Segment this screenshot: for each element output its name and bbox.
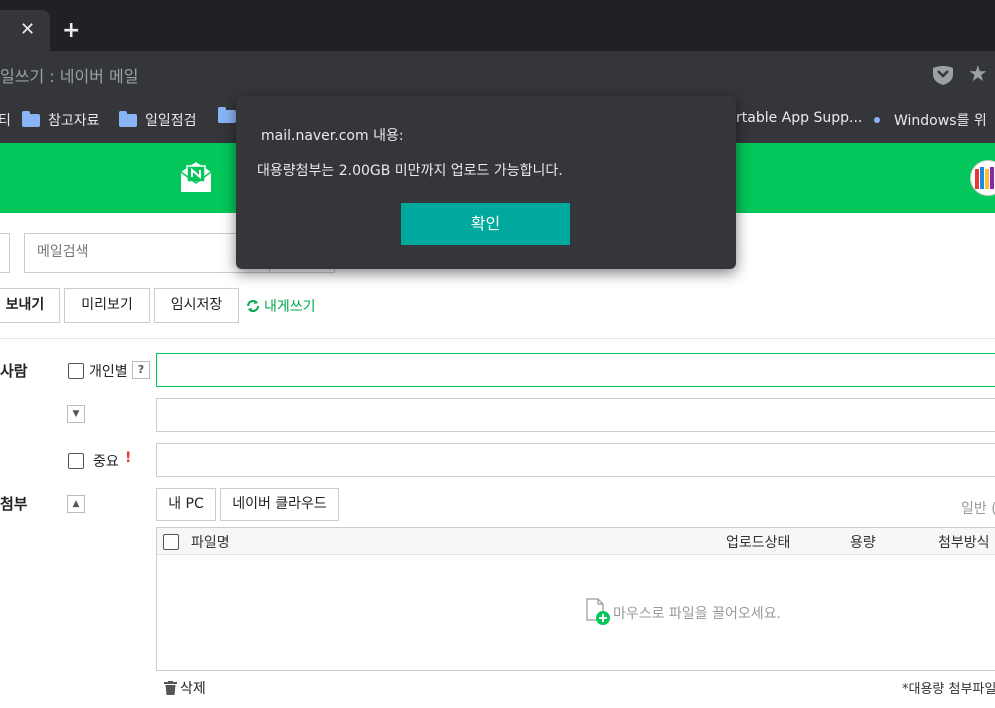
chevron-up-icon[interactable]: ▲ (67, 495, 85, 513)
important-label: 중요 (93, 454, 119, 470)
trash-icon (164, 681, 177, 695)
tab-strip (0, 0, 995, 51)
mail-envelope-icon[interactable] (179, 160, 213, 198)
folder-icon (22, 110, 40, 127)
toolbar-divider (0, 338, 995, 339)
dialog-message: 대용량첨부는 2.00GB 미만까지 업로드 가능합니다. (257, 163, 563, 179)
preview-button[interactable]: 미리보기 (64, 288, 150, 323)
column-upload-status: 업로드상태 (726, 535, 791, 551)
chevron-down-icon[interactable]: ▼ (67, 405, 85, 423)
cc-input[interactable] (156, 398, 995, 432)
individual-send-checkbox[interactable] (68, 363, 84, 379)
folder-icon (218, 107, 236, 123)
folder-icon (119, 110, 137, 127)
mailbox-selector[interactable] (0, 233, 10, 273)
column-attach-method: 첨부방식 (938, 535, 990, 551)
my-pc-button[interactable]: 내 PC (156, 488, 216, 521)
bookmark-windows[interactable]: Windows를 위 (874, 110, 987, 130)
attach-label: 첨부 (0, 495, 28, 513)
close-icon[interactable]: ✕ (20, 20, 35, 40)
help-icon[interactable]: ? (132, 361, 150, 379)
confirm-button[interactable]: 확인 (401, 203, 570, 245)
shield-icon[interactable] (932, 65, 954, 89)
important-mark-icon: ! (125, 450, 132, 466)
bookmark-item[interactable]: 티 (0, 110, 11, 130)
select-all-files-checkbox[interactable] (163, 534, 179, 550)
large-attachment-note: *대용량 첨부파일 (902, 682, 995, 697)
address-bar[interactable] (0, 51, 995, 97)
dot-icon (874, 117, 880, 123)
refresh-icon (247, 300, 259, 312)
delete-file-button[interactable]: 삭제 (164, 678, 206, 698)
search-input[interactable] (35, 243, 259, 261)
search-box (24, 233, 270, 273)
important-checkbox[interactable] (68, 453, 84, 469)
bookmark-folder-reference[interactable]: 참고자료 (22, 110, 100, 130)
write-to-self-link[interactable]: 내게쓰기 (246, 296, 316, 316)
file-add-icon (585, 598, 611, 630)
omnibox-title[interactable]: 일쓰기 : 네이버 메일 (0, 63, 138, 87)
subject-input[interactable] (156, 443, 995, 477)
save-draft-button[interactable]: 임시저장 (154, 288, 239, 323)
column-size: 용량 (850, 535, 876, 551)
recipient-label: 사람 (0, 362, 28, 380)
naver-cloud-button[interactable]: 네이버 클라우드 (220, 488, 339, 521)
individual-send-label: 개인별 (89, 364, 128, 380)
bookmark-portable-app[interactable]: rtable App Supp... (736, 110, 862, 126)
attach-mode-label: 일반 ( (961, 501, 995, 517)
column-filename: 파일명 (191, 535, 230, 551)
new-tab-button[interactable]: + (62, 20, 80, 42)
recipient-input[interactable] (156, 353, 995, 387)
send-button[interactable]: 보내기 (0, 288, 60, 323)
bookmark-folder-daily-check[interactable]: 일일점검 (119, 110, 197, 130)
bookmark-star-icon[interactable]: ★ (968, 62, 988, 87)
drop-hint: 마우스로 파일을 끌어오세요. (613, 606, 781, 622)
dialog-origin: mail.naver.com 내용: (261, 128, 404, 144)
